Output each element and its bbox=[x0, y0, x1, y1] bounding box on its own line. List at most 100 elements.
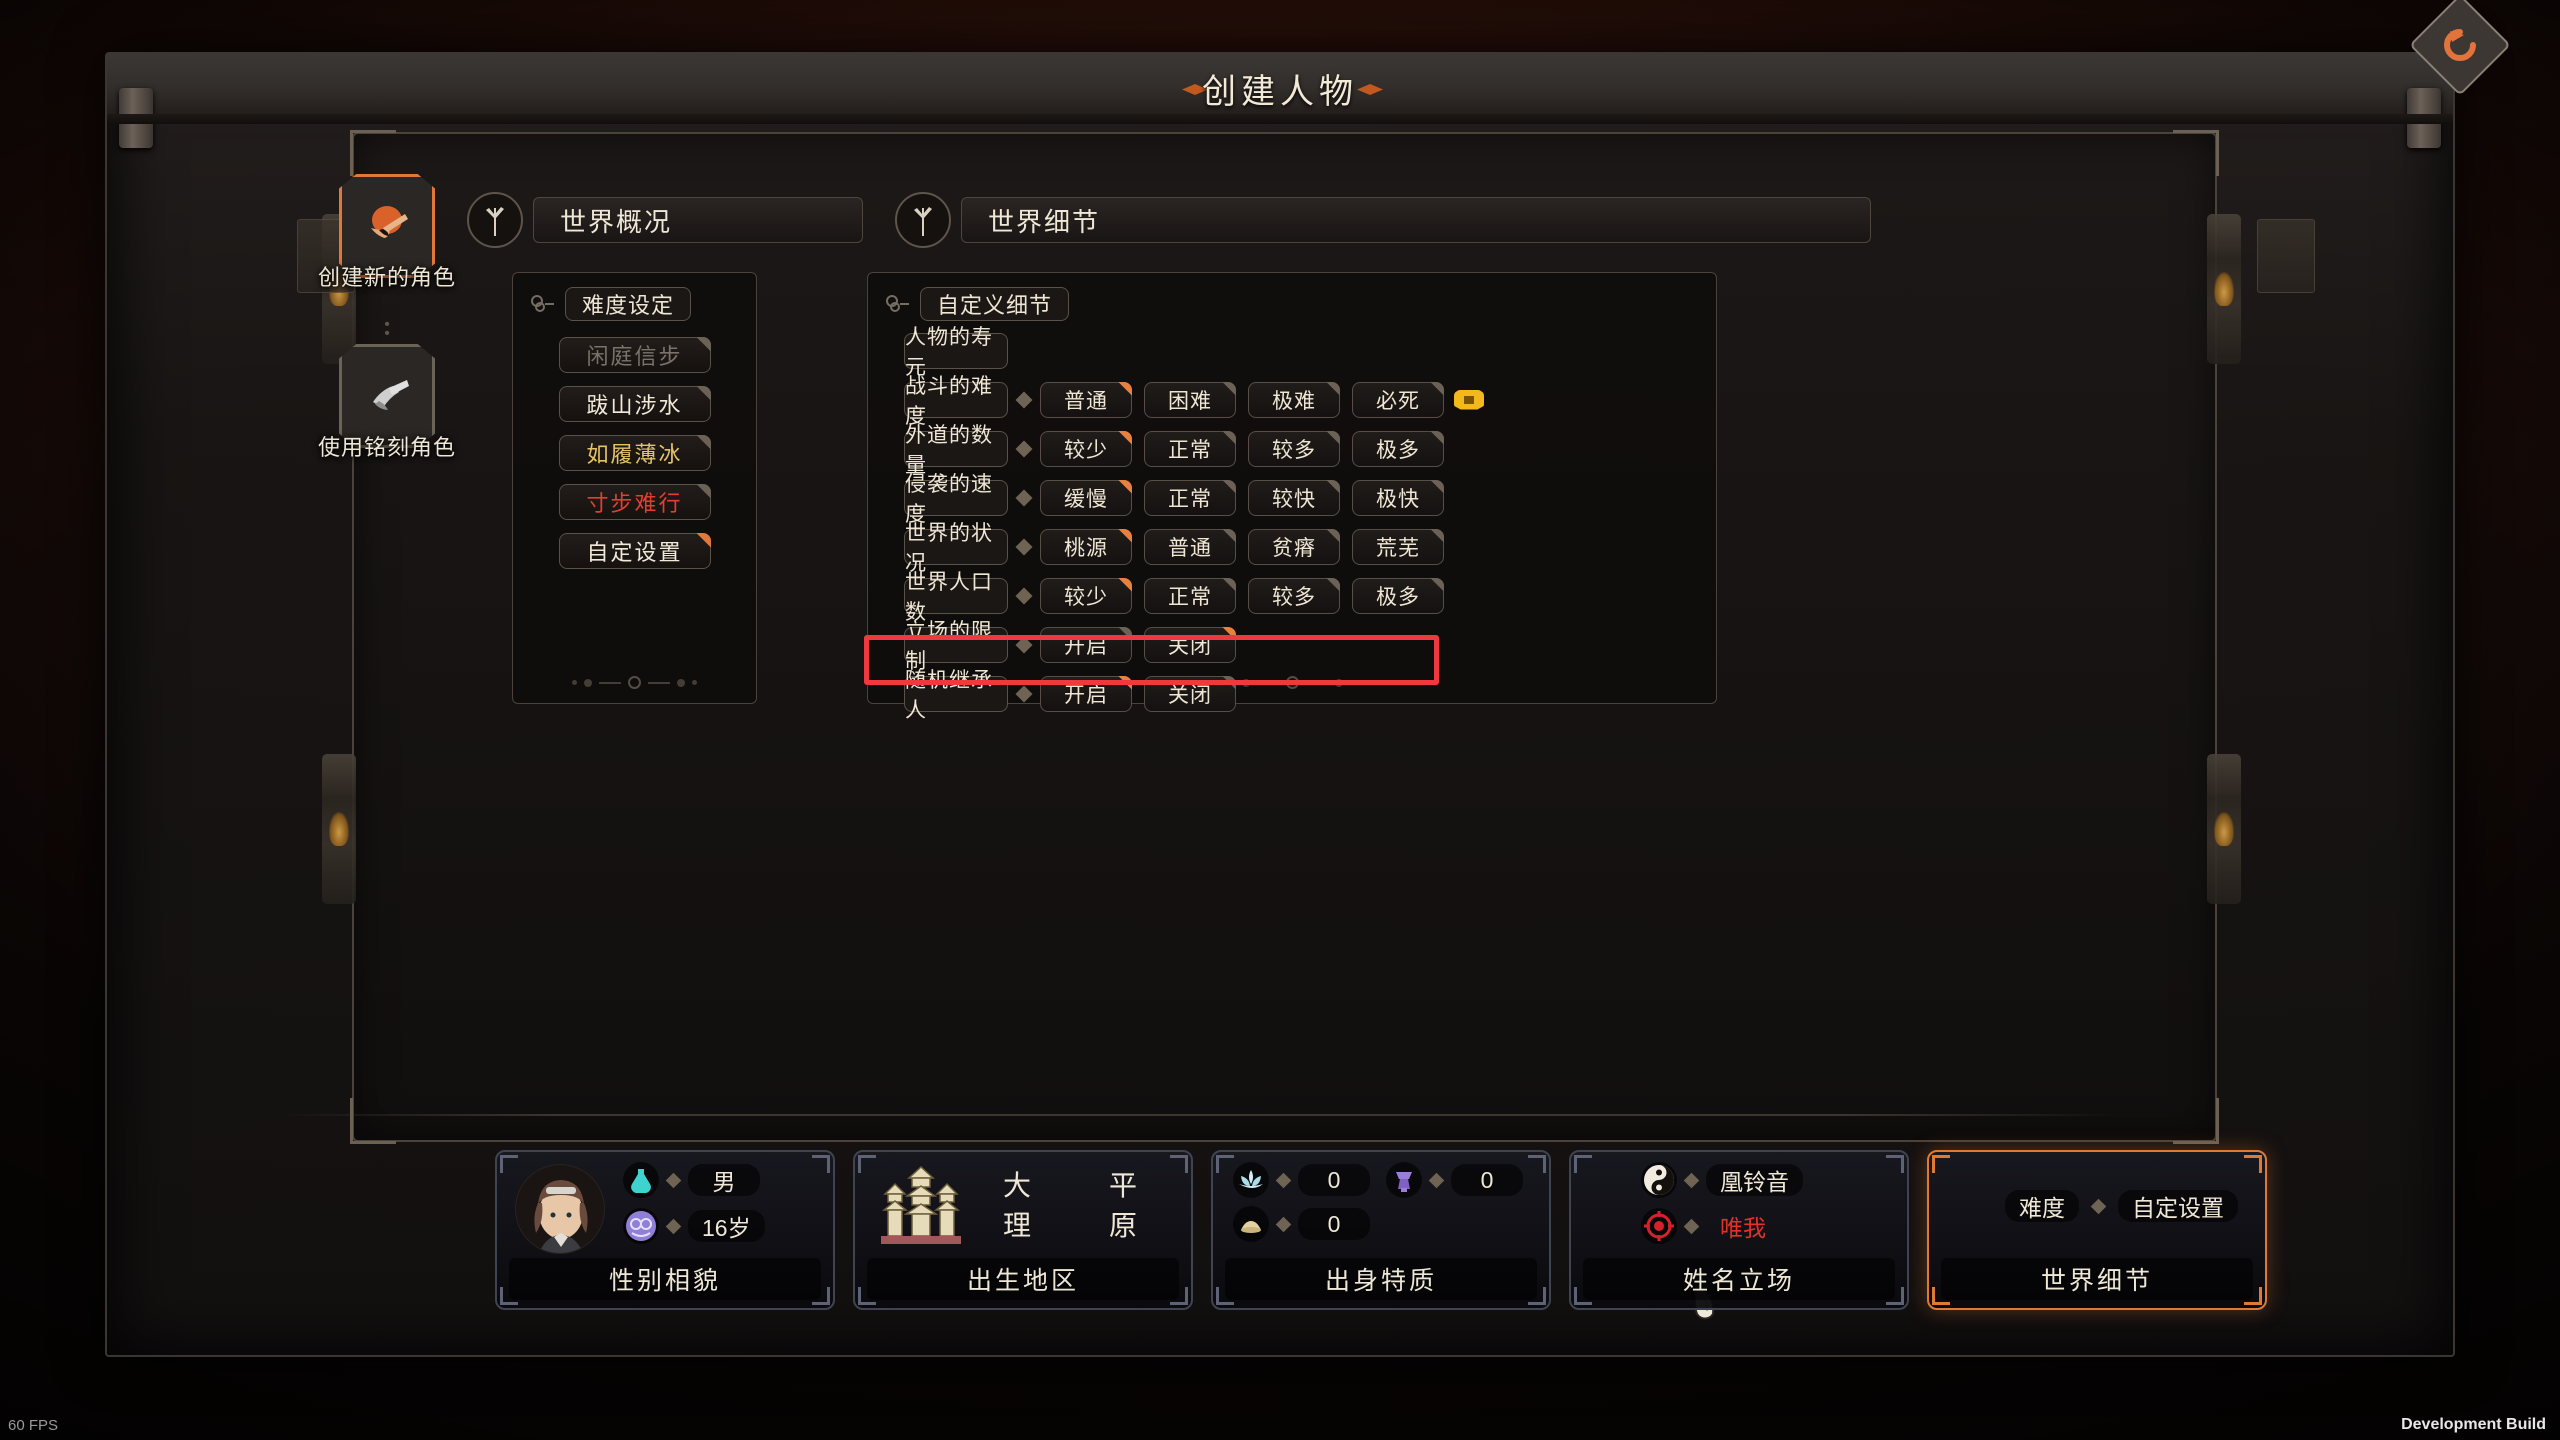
selection-nub-icon bbox=[1222, 577, 1236, 592]
summary-card-body: 难度 自定设置 bbox=[1943, 1160, 2251, 1258]
difficulty-panel-header: 难度设定 bbox=[513, 273, 756, 321]
detail-option-3-3[interactable]: 极快 bbox=[1352, 479, 1444, 516]
pager-bar bbox=[1256, 681, 1279, 684]
row-diamond-icon bbox=[1275, 1216, 1292, 1232]
detail-option-1-1[interactable]: 困难 bbox=[1144, 381, 1236, 418]
detail-option-1-2[interactable]: 极难 bbox=[1248, 381, 1340, 418]
tab-bar: 世界概况 世界细节 bbox=[467, 192, 1871, 248]
detail-option-label: 桃源 bbox=[1064, 536, 1108, 560]
detail-row-3: 侵袭的速度 缓慢 正常 较快 极快 bbox=[904, 473, 1716, 526]
page-title: 创建人物 bbox=[1202, 73, 1358, 111]
row-diamond-icon bbox=[1683, 1172, 1700, 1188]
summary-card-1[interactable]: 大理 平原 出生地区 bbox=[853, 1150, 1193, 1310]
avatar bbox=[515, 1164, 605, 1254]
summary-card-3[interactable]: 凰铃音 唯我 姓名立场 bbox=[1569, 1150, 1909, 1310]
difficulty-option-list: 闲庭信步跋山涉水如履薄冰寸步难行自定设置 bbox=[513, 337, 756, 569]
selection-nub-icon bbox=[1326, 479, 1340, 494]
tab-world-overview[interactable]: 世界概况 bbox=[467, 192, 863, 248]
selection-nub-icon bbox=[695, 435, 711, 450]
card-value-grid: 0 0 0 bbox=[1233, 1162, 1549, 1242]
summary-card-body: 0 0 0 bbox=[1227, 1160, 1535, 1258]
sidebar-item-use-engraved-character[interactable]: 使用铭刻角色 bbox=[287, 344, 487, 462]
detail-option-group: 普通 困难 极难 必死 bbox=[1040, 381, 1444, 418]
detail-option-2-0[interactable]: 较少 bbox=[1040, 430, 1132, 467]
detail-option-label: 正常 bbox=[1168, 487, 1212, 511]
detail-option-5-1[interactable]: 正常 bbox=[1144, 577, 1236, 614]
summary-card-body: 凰铃音 唯我 bbox=[1585, 1160, 1893, 1258]
detail-row-label: 战斗的难度 bbox=[904, 375, 1008, 428]
detail-option-5-2[interactable]: 较多 bbox=[1248, 577, 1340, 614]
tab-world-details[interactable]: 世界细节 bbox=[895, 192, 1871, 248]
spirit-purple-icon bbox=[623, 1208, 659, 1244]
sidebar-item-create-new-character[interactable]: 创建新的角色 bbox=[287, 174, 487, 292]
detail-option-6-1[interactable]: 关闭 bbox=[1144, 626, 1236, 663]
detail-row-4: 世界的状况 桃源 普通 贫瘠 荒芜 bbox=[904, 522, 1716, 575]
selection-nub-icon bbox=[1118, 528, 1132, 543]
three-pagodas-icon bbox=[875, 1164, 967, 1255]
detail-option-label: 极多 bbox=[1376, 585, 1420, 609]
lotus-white-icon bbox=[1233, 1162, 1269, 1198]
lamp-decor bbox=[2207, 214, 2241, 364]
detail-option-label: 荒芜 bbox=[1376, 536, 1420, 560]
red-target-icon bbox=[1641, 1208, 1677, 1244]
difficulty-option-3[interactable]: 寸步难行 bbox=[558, 484, 711, 520]
summary-card-2[interactable]: 0 0 0 出身特质 bbox=[1211, 1150, 1551, 1310]
detail-option-label: 普通 bbox=[1168, 536, 1212, 560]
detail-option-6-0[interactable]: 开启 bbox=[1040, 626, 1132, 663]
panel-pagination bbox=[868, 676, 1716, 689]
detail-option-4-2[interactable]: 贫瘠 bbox=[1248, 528, 1340, 565]
card-value: 自定设置 bbox=[2118, 1190, 2238, 1222]
window-titlebar: 创建人物 bbox=[107, 54, 2453, 148]
detail-option-4-0[interactable]: 桃源 bbox=[1040, 528, 1132, 565]
detail-option-2-1[interactable]: 正常 bbox=[1144, 430, 1236, 467]
reset-button[interactable] bbox=[2409, 0, 2511, 96]
summary-card-4[interactable]: 难度 自定设置 世界细节 bbox=[1927, 1150, 2267, 1310]
selection-nub-icon bbox=[1430, 577, 1444, 592]
detail-option-label: 正常 bbox=[1168, 585, 1212, 609]
detail-option-2-2[interactable]: 较多 bbox=[1248, 430, 1340, 467]
detail-option-label: 困难 bbox=[1168, 389, 1212, 413]
detail-option-3-2[interactable]: 较快 bbox=[1248, 479, 1340, 516]
detail-option-label: 较快 bbox=[1272, 487, 1316, 511]
row-diamond-icon bbox=[1275, 1172, 1292, 1188]
summary-card-body: 男 16岁 bbox=[511, 1160, 819, 1258]
pager-bar bbox=[1305, 681, 1328, 684]
selection-nub-icon bbox=[1222, 381, 1236, 396]
row-diamond-icon bbox=[1015, 587, 1033, 604]
detail-option-1-3[interactable]: 必死 bbox=[1352, 381, 1444, 418]
row-diamond-icon bbox=[1015, 391, 1033, 408]
detail-option-group: 开启 关闭 bbox=[1040, 626, 1236, 663]
detail-option-3-0[interactable]: 缓慢 bbox=[1040, 479, 1132, 516]
detail-option-5-0[interactable]: 较少 bbox=[1040, 577, 1132, 614]
detail-option-2-3[interactable]: 极多 bbox=[1352, 430, 1444, 467]
detail-option-4-1[interactable]: 普通 bbox=[1144, 528, 1236, 565]
main-window: 创建人物 创建新的角色 • • 使用铭刻角色 世界概况 世界细节 难度设定 闲庭… bbox=[105, 52, 2455, 1357]
detail-option-label: 较多 bbox=[1272, 585, 1316, 609]
card-value: 0 bbox=[1298, 1208, 1370, 1240]
yinyang-icon bbox=[1641, 1162, 1677, 1198]
card-value: 0 bbox=[1298, 1164, 1370, 1196]
pager-bar bbox=[599, 681, 621, 684]
selection-nub-icon bbox=[1326, 577, 1340, 592]
summary-card-0[interactable]: 男 16岁 性别相貌 bbox=[495, 1150, 835, 1310]
selection-nub-icon bbox=[1430, 528, 1444, 543]
difficulty-option-1[interactable]: 跋山涉水 bbox=[558, 386, 711, 422]
detail-row-2: 外道的数量 较少 正常 较多 极多 bbox=[904, 424, 1716, 477]
selection-nub-icon bbox=[695, 386, 711, 401]
detail-option-1-0[interactable]: 普通 bbox=[1040, 381, 1132, 418]
lamp-decor bbox=[2207, 754, 2241, 904]
detail-row-6: 立场的限制 开启 关闭 bbox=[904, 620, 1716, 673]
row-diamond-icon bbox=[665, 1218, 682, 1234]
sidebar: 创建新的角色 • • 使用铭刻角色 bbox=[287, 174, 487, 490]
bottom-divider bbox=[277, 1114, 2123, 1116]
difficulty-option-0[interactable]: 闲庭信步 bbox=[558, 337, 711, 373]
tree-icon bbox=[467, 192, 523, 248]
detail-option-3-1[interactable]: 正常 bbox=[1144, 479, 1236, 516]
difficulty-option-4[interactable]: 自定设置 bbox=[558, 533, 711, 569]
difficulty-option-2[interactable]: 如履薄冰 bbox=[558, 435, 711, 471]
detail-row-label: 立场的限制 bbox=[904, 620, 1008, 673]
detail-option-4-3[interactable]: 荒芜 bbox=[1352, 528, 1444, 565]
detail-option-5-3[interactable]: 极多 bbox=[1352, 577, 1444, 614]
custom-details-header: 自定义细节 bbox=[868, 273, 1716, 321]
card-value-column: 男 16岁 bbox=[623, 1162, 765, 1244]
